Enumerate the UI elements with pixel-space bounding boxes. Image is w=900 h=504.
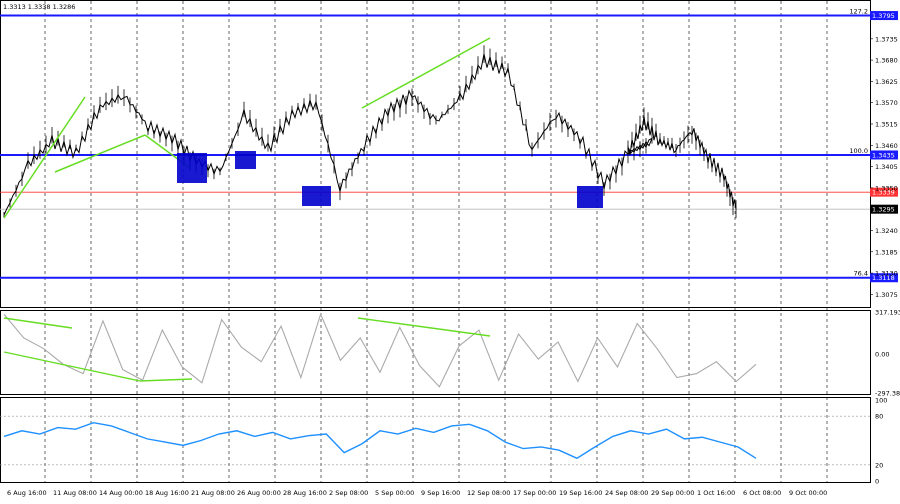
price-tick-label: 1.3460	[875, 142, 898, 150]
cci-axis-label: 0.00	[875, 350, 889, 358]
zone-box	[577, 186, 603, 208]
cci-panel: 317.19380.00-297.386	[3, 309, 900, 398]
zone-box	[235, 151, 256, 169]
price-level-label: 1.3295	[872, 206, 895, 214]
annotations	[3, 37, 603, 219]
rsi-axis-label: 80	[875, 413, 883, 421]
price-tick-label: 1.3735	[875, 35, 898, 43]
price-tick-label: 1.3350	[875, 184, 898, 192]
fibo-label: 127.2	[849, 8, 868, 16]
time-axis: 6 Aug 16:00 11 Aug 08:00 14 Aug 00:00 18 Au…	[7, 489, 827, 497]
trading-chart: 1.3313 1.3338 1.3286 1.3795 127.2 1.3435 10…	[0, 0, 900, 500]
cci-axis-label: 317.1938	[875, 309, 900, 317]
price-tick-label: 1.3405	[875, 163, 898, 171]
time-tick-label: 21 Aug 08:00	[191, 489, 235, 497]
time-tick-label: 26 Aug 00:00	[237, 489, 281, 497]
price-tick-label: 1.3130	[875, 270, 898, 278]
time-tick-label: 29 Sep 00:00	[651, 489, 694, 497]
price-tick-label: 1.3240	[875, 227, 898, 235]
rsi-axis-label: 20	[875, 461, 883, 469]
cci-divergence-line	[139, 378, 193, 382]
time-tick-label: 18 Aug 16:00	[145, 489, 189, 497]
price-levels	[0, 14, 870, 279]
zone-box	[302, 186, 331, 206]
time-tick-label: 11 Aug 08:00	[53, 489, 97, 497]
cci-divergence-line	[357, 317, 491, 337]
time-tick-label: 5 Sep 00:00	[375, 489, 414, 497]
time-tick-label: 6 Aug 16:00	[7, 489, 47, 497]
time-tick-label: 6 Oct 08:00	[743, 489, 781, 497]
vertical-gridlines	[44, 1, 828, 482]
time-tick-label: 19 Sep 16:00	[559, 489, 602, 497]
time-tick-label: 1 Oct 16:00	[697, 489, 735, 497]
price-level-label: 1.3435	[872, 151, 895, 159]
time-tick-label: 2 Sep 08:00	[329, 489, 368, 497]
time-tick-label: 28 Aug 16:00	[283, 489, 327, 497]
ohlc-header: 1.3313 1.3338 1.3286	[3, 3, 75, 11]
rsi-panel-frame	[0, 397, 871, 483]
time-tick-label: 14 Aug 00:00	[99, 489, 143, 497]
price-tick-label: 1.3625	[875, 78, 898, 86]
trend-line	[361, 37, 491, 109]
time-tick-label: 17 Sep 00:00	[513, 489, 556, 497]
price-tick-label: 1.3515	[875, 120, 898, 128]
price-level-label: 1.3795	[872, 12, 895, 20]
time-tick-label: 24 Sep 08:00	[605, 489, 648, 497]
price-axis: 1.3795127.21.3435100.01.33391.32951.3118…	[849, 8, 898, 299]
trend-line	[54, 134, 146, 173]
rsi-axis-label: 100	[875, 397, 887, 405]
price-tick-label: 1.3185	[875, 248, 898, 256]
time-tick-label: 12 Sep 08:00	[467, 489, 510, 497]
zone-box	[177, 153, 207, 183]
rsi-panel: 100 80 20 0	[0, 397, 887, 486]
fibo-label: 100.0	[849, 147, 868, 155]
price-tick-label: 1.3570	[875, 99, 898, 107]
rsi-axis-label: 0	[875, 478, 879, 486]
time-tick-label: 9 Sep 16:00	[421, 489, 460, 497]
time-tick-label: 9 Oct 00:00	[789, 489, 827, 497]
price-tick-label: 1.3075	[875, 291, 898, 299]
price-line	[3, 53, 737, 216]
chart-svg: 1.3313 1.3338 1.3286 1.3795 127.2 1.3435 10…	[0, 0, 900, 497]
price-tick-label: 1.3680	[875, 57, 898, 65]
fibo-label: 76.4	[854, 270, 868, 278]
cci-divergence-line	[3, 351, 141, 382]
